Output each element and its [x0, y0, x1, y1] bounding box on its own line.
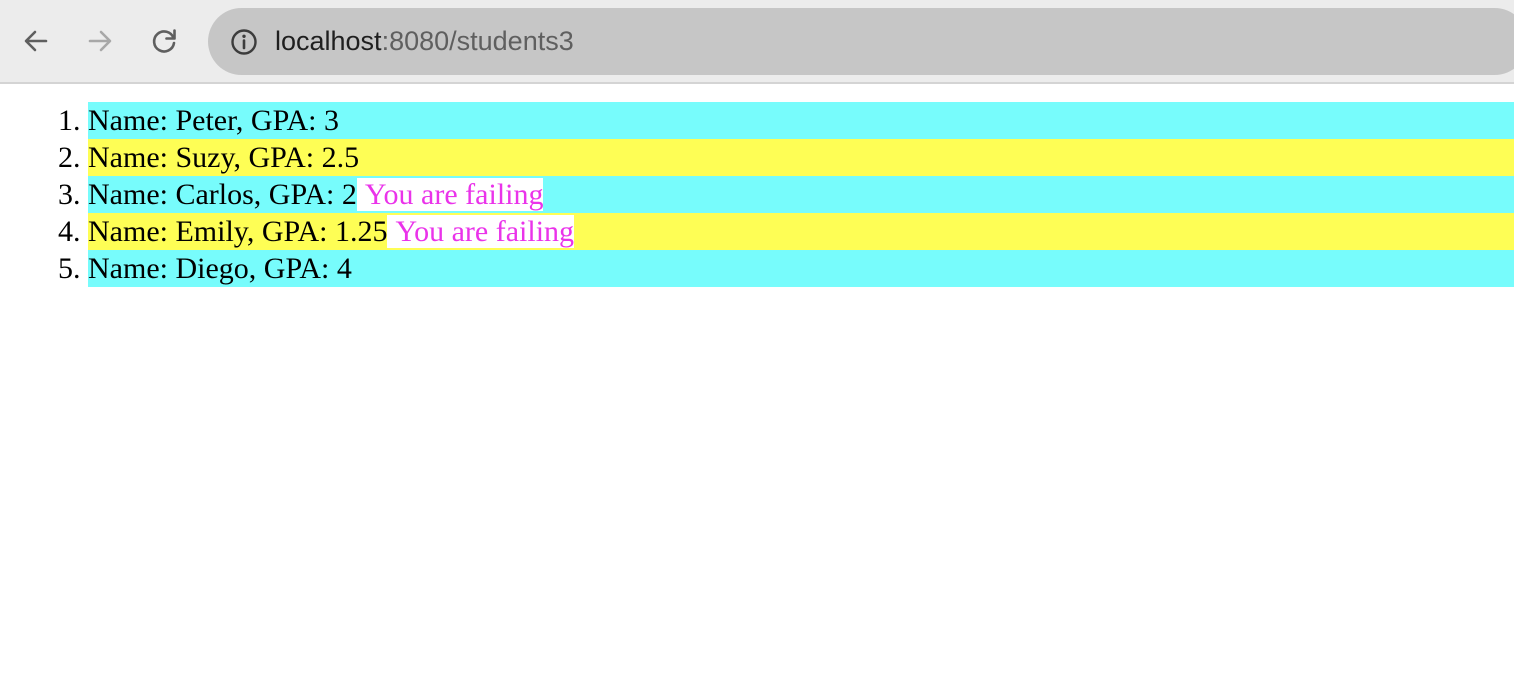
reload-icon — [152, 29, 176, 53]
reload-button[interactable] — [144, 21, 184, 61]
back-button[interactable] — [16, 21, 56, 61]
url-text[interactable]: localhost:8080/students3 — [275, 26, 574, 57]
browser-toolbar: localhost:8080/students3 — [0, 0, 1514, 84]
arrow-left-icon — [24, 30, 48, 52]
page-content: Name: Peter, GPA: 3 Name: Suzy, GPA: 2.5… — [0, 84, 1514, 287]
list-item: Name: Carlos, GPA: 2You are failing — [88, 176, 1514, 213]
list-item: Name: Peter, GPA: 3 — [88, 102, 1514, 139]
student-info: Name: Diego, GPA: 4 — [88, 252, 352, 285]
failing-warning: You are failing — [356, 178, 544, 211]
failing-warning: You are failing — [387, 215, 575, 248]
forward-button[interactable] — [80, 21, 120, 61]
url-host: localhost — [275, 26, 382, 56]
address-bar[interactable]: localhost:8080/students3 — [208, 8, 1514, 75]
info-icon[interactable] — [229, 27, 259, 57]
list-item: Name: Diego, GPA: 4 — [88, 250, 1514, 287]
student-info: Name: Peter, GPA: 3 — [88, 104, 340, 137]
list-item: Name: Emily, GPA: 1.25You are failing — [88, 213, 1514, 250]
url-path: :8080/students3 — [381, 26, 574, 56]
student-info: Name: Suzy, GPA: 2.5 — [88, 141, 360, 174]
student-info: Name: Carlos, GPA: 2 — [88, 178, 357, 211]
arrow-right-icon — [88, 30, 112, 52]
student-list: Name: Peter, GPA: 3 Name: Suzy, GPA: 2.5… — [0, 102, 1514, 287]
list-item: Name: Suzy, GPA: 2.5 — [88, 139, 1514, 176]
student-info: Name: Emily, GPA: 1.25 — [88, 215, 388, 248]
